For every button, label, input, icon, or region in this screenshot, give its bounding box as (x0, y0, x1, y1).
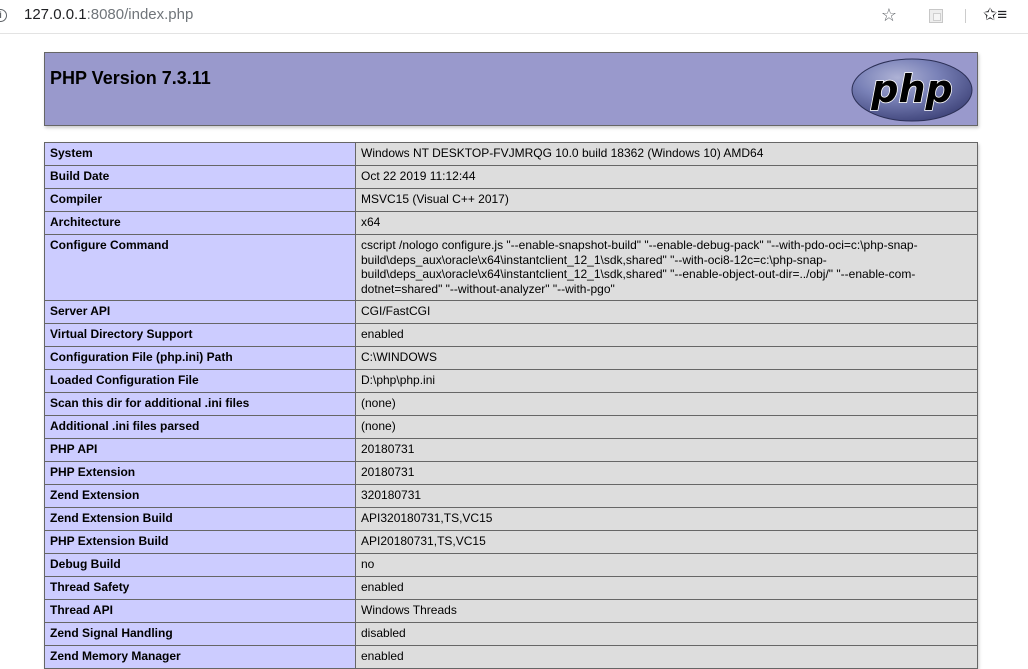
row-label: Virtual Directory Support (44, 323, 356, 347)
table-row: Scan this dir for additional .ini files(… (44, 392, 978, 416)
row-label: Server API (44, 300, 356, 324)
row-value: D:\php\php.ini (355, 369, 978, 393)
row-label: Additional .ini files parsed (44, 415, 356, 439)
row-value: enabled (355, 576, 978, 600)
table-row: PHP Extension 20180731 (44, 461, 978, 485)
row-label: System (44, 142, 356, 166)
row-label: Zend Extension (44, 484, 356, 508)
row-value: no (355, 553, 978, 577)
favorites-icon[interactable]: ✩≡ (983, 5, 1007, 25)
row-label: PHP Extension Build (44, 530, 356, 554)
table-row: PHP API 20180731 (44, 438, 978, 462)
row-label: PHP Extension (44, 461, 356, 485)
row-value: cscript /nologo configure.js "--enable-s… (355, 234, 978, 301)
toolbar-separator (965, 9, 966, 23)
row-label: Architecture (44, 211, 356, 235)
row-label: Configuration File (php.ini) Path (44, 346, 356, 370)
row-value: x64 (355, 211, 978, 235)
table-row: PHP Extension Build API20180731,TS,VC15 (44, 530, 978, 554)
row-value: 20180731 (355, 438, 978, 462)
row-label: Scan this dir for additional .ini files (44, 392, 356, 416)
row-label: Zend Signal Handling (44, 622, 356, 646)
row-label: Thread Safety (44, 576, 356, 600)
row-value: Windows Threads (355, 599, 978, 623)
row-value: 20180731 (355, 461, 978, 485)
row-label: Zend Memory Manager (44, 645, 356, 669)
url-path: :8080/index.php (86, 6, 194, 23)
row-value: C:\WINDOWS (355, 346, 978, 370)
table-row: Configure Command cscript /nologo configu… (44, 234, 978, 301)
php-header: PHP Version 7.3.11 php (44, 52, 978, 126)
table-row: Loaded Configuration File D:\php\php.ini (44, 369, 978, 393)
table-row: Virtual Directory Support enabled (44, 323, 978, 347)
table-row: Zend Signal Handling disabled (44, 622, 978, 646)
table-row: System Windows NT DESKTOP-FVJMRQG 10.0 bu… (44, 142, 978, 166)
php-logo: php (851, 58, 973, 122)
info-icon[interactable]: i (0, 9, 7, 22)
row-label: Loaded Configuration File (44, 369, 356, 393)
row-label: Configure Command (44, 234, 356, 301)
row-value: (none) (355, 415, 978, 439)
row-value: enabled (355, 323, 978, 347)
table-row: Build Date Oct 22 2019 11:12:44 (44, 165, 978, 189)
page-title: PHP Version 7.3.11 (50, 68, 211, 88)
row-label: Zend Extension Build (44, 507, 356, 531)
row-value: (none) (355, 392, 978, 416)
extension-icon[interactable] (929, 9, 943, 23)
table-row: Thread Safety enabled (44, 576, 978, 600)
row-label: Compiler (44, 188, 356, 212)
table-row: Debug Build no (44, 553, 978, 577)
php-info-table: System Windows NT DESKTOP-FVJMRQG 10.0 bu… (44, 142, 978, 669)
row-label: Thread API (44, 599, 356, 623)
url-field[interactable]: 127.0.0.1:8080/index.php (24, 6, 193, 23)
table-row: Compiler MSVC15 (Visual C++ 2017) (44, 188, 978, 212)
table-row: Configuration File (php.ini) Path C:\WIND… (44, 346, 978, 370)
row-value: disabled (355, 622, 978, 646)
address-bar: i 127.0.0.1:8080/index.php ☆ ✩≡ (0, 0, 1028, 34)
url-host: 127.0.0.1 (24, 6, 87, 23)
star-icon[interactable]: ☆ (879, 5, 899, 25)
table-row: Server API CGI/FastCGI (44, 300, 978, 324)
table-row: Architecture x64 (44, 211, 978, 235)
row-value: 320180731 (355, 484, 978, 508)
row-value: CGI/FastCGI (355, 300, 978, 324)
row-label: PHP API (44, 438, 356, 462)
table-row: Additional .ini files parsed (none) (44, 415, 978, 439)
table-row: Zend Extension Build API320180731,TS,VC15 (44, 507, 978, 531)
table-row: Thread API Windows Threads (44, 599, 978, 623)
row-value: API320180731,TS,VC15 (355, 507, 978, 531)
row-label: Build Date (44, 165, 356, 189)
row-value: Oct 22 2019 11:12:44 (355, 165, 978, 189)
table-row: Zend Extension 320180731 (44, 484, 978, 508)
row-label: Debug Build (44, 553, 356, 577)
row-value: enabled (355, 645, 978, 669)
php-logo-text: php (870, 67, 952, 111)
row-value: API20180731,TS,VC15 (355, 530, 978, 554)
row-value: MSVC15 (Visual C++ 2017) (355, 188, 978, 212)
row-value: Windows NT DESKTOP-FVJMRQG 10.0 build 18… (355, 142, 978, 166)
table-row: Zend Memory Manager enabled (44, 645, 978, 669)
